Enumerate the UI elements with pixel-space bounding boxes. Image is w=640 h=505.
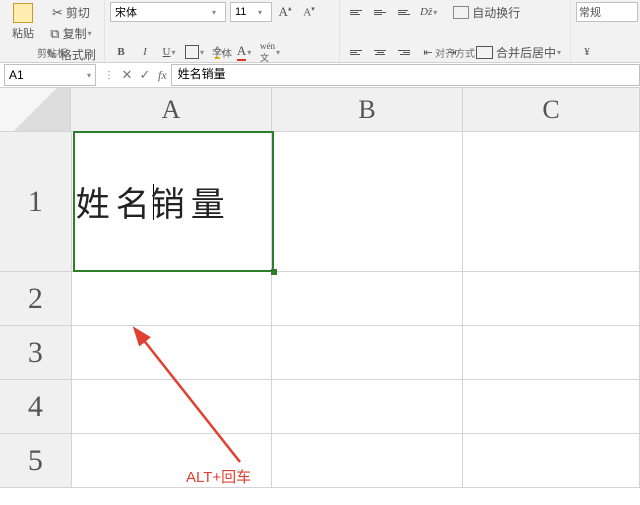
currency-icon: ¥	[584, 46, 590, 58]
separator-icon: ⋮	[100, 70, 118, 81]
paste-icon	[13, 3, 33, 23]
paste-label: 粘贴	[12, 25, 34, 41]
font-size-combo[interactable]: ▾	[230, 2, 272, 22]
cell-B5[interactable]	[272, 434, 463, 488]
orientation-button[interactable]: ǅ▾	[417, 2, 440, 22]
ribbon: 粘贴 ✂ 剪切 ⧉ 复制 ▾ ✎ 格式刷 剪贴板	[0, 0, 640, 63]
cell-C1[interactable]	[463, 132, 640, 272]
formula-input[interactable]: 姓名销量	[171, 64, 640, 86]
cell-B3[interactable]	[272, 326, 463, 380]
cell-B4[interactable]	[272, 380, 463, 434]
chevron-down-icon: ▾	[212, 8, 216, 17]
align-bottom-icon	[398, 10, 410, 15]
chevron-down-icon: ▾	[433, 8, 437, 17]
cell-C4[interactable]	[463, 380, 640, 434]
group-label-clipboard: 剪贴板	[0, 45, 104, 60]
increase-font-icon: A▴	[279, 4, 292, 20]
cut-icon: ✂	[52, 6, 63, 19]
name-box-value: A1	[9, 68, 24, 82]
chevron-down-icon: ▾	[258, 8, 262, 17]
copy-label: 复制	[63, 25, 87, 42]
select-all-corner[interactable]	[0, 88, 71, 132]
cell-C5[interactable]	[463, 434, 640, 488]
orientation-icon: ǅ	[420, 6, 432, 18]
cell-C2[interactable]	[463, 272, 640, 326]
row-4: 4	[0, 380, 640, 434]
copy-icon: ⧉	[50, 27, 59, 40]
decrease-font-button[interactable]: A▾	[298, 2, 320, 22]
formula-bar: A1 ▾ ⋮ ✕ ✓ fx 姓名销量	[0, 63, 640, 88]
column-header-B[interactable]: B	[272, 88, 463, 132]
check-icon: ✓	[140, 67, 151, 82]
cell-B2[interactable]	[272, 272, 463, 326]
row-header-2[interactable]: 2	[0, 272, 72, 326]
cut-button[interactable]: ✂ 剪切	[43, 2, 99, 22]
copy-button[interactable]: ⧉ 复制 ▾	[43, 23, 99, 43]
group-number: 常规 ¥	[571, 0, 640, 62]
cell-A3[interactable]	[72, 326, 272, 380]
cell-B1[interactable]	[272, 132, 463, 272]
chevron-down-icon: ▾	[88, 29, 92, 38]
group-label-align: 对齐方式	[340, 45, 570, 60]
row-5: 5	[0, 434, 640, 488]
row-header-5[interactable]: 5	[0, 434, 72, 488]
font-size-input[interactable]	[233, 5, 257, 19]
paste-button[interactable]: 粘贴	[5, 1, 41, 43]
row-1: 1 姓名销量	[0, 132, 640, 272]
decrease-font-icon: A▾	[303, 5, 314, 19]
currency-button[interactable]: ¥	[576, 42, 598, 62]
group-label-font: 字体	[105, 45, 339, 60]
increase-font-button[interactable]: A▴	[274, 2, 296, 22]
row-3: 3	[0, 326, 640, 380]
column-header-C[interactable]: C	[463, 88, 640, 132]
name-box[interactable]: A1 ▾	[4, 64, 96, 86]
cell-A1[interactable]: 姓名销量	[72, 132, 272, 272]
cancel-icon: ✕	[122, 67, 133, 82]
wrap-text-icon	[453, 6, 469, 19]
cell-C3[interactable]	[463, 326, 640, 380]
worksheet: A B C 1 姓名销量 2 3 4 5	[0, 88, 640, 505]
group-font: ▾ ▾ A▴ A▾ B I U▾ ▾ ◊▾ A▾ wén文▾ 字体	[105, 0, 340, 62]
cell-A4[interactable]	[72, 380, 272, 434]
font-name-input[interactable]	[113, 5, 211, 19]
number-format-label: 常规	[579, 4, 635, 20]
align-top-icon	[350, 10, 362, 15]
chevron-down-icon: ▾	[87, 71, 91, 80]
align-middle-icon	[374, 10, 386, 15]
font-name-combo[interactable]: ▾	[110, 2, 226, 22]
align-top-button[interactable]	[345, 2, 367, 22]
number-format-combo[interactable]: 常规	[576, 2, 638, 22]
cancel-button[interactable]: ✕	[118, 67, 136, 83]
wrap-text-button[interactable]: 自动换行	[450, 2, 523, 22]
group-align: ǅ▾ 自动换行 ⇤ ⇥ 合并后居中 ▾ 对齐方式	[340, 0, 571, 62]
align-bottom-button[interactable]	[393, 2, 415, 22]
row-header-1[interactable]: 1	[0, 132, 72, 272]
row-header-3[interactable]: 3	[0, 326, 72, 380]
align-middle-button[interactable]	[369, 2, 391, 22]
wrap-text-label: 自动换行	[472, 4, 520, 21]
formula-value: 姓名销量	[178, 67, 226, 81]
column-header-A[interactable]: A	[71, 88, 272, 132]
row-2: 2	[0, 272, 640, 326]
cut-label: 剪切	[66, 4, 90, 21]
column-headers: A B C	[0, 88, 640, 132]
group-clipboard: 粘贴 ✂ 剪切 ⧉ 复制 ▾ ✎ 格式刷 剪贴板	[0, 0, 105, 62]
enter-button[interactable]: ✓	[136, 67, 154, 83]
cell-A2[interactable]	[72, 272, 272, 326]
fx-label[interactable]: fx	[154, 68, 171, 83]
row-header-4[interactable]: 4	[0, 380, 72, 434]
cell-A1-content: 姓名销量	[76, 177, 231, 226]
annotation-label: ALT+回车	[186, 466, 251, 487]
